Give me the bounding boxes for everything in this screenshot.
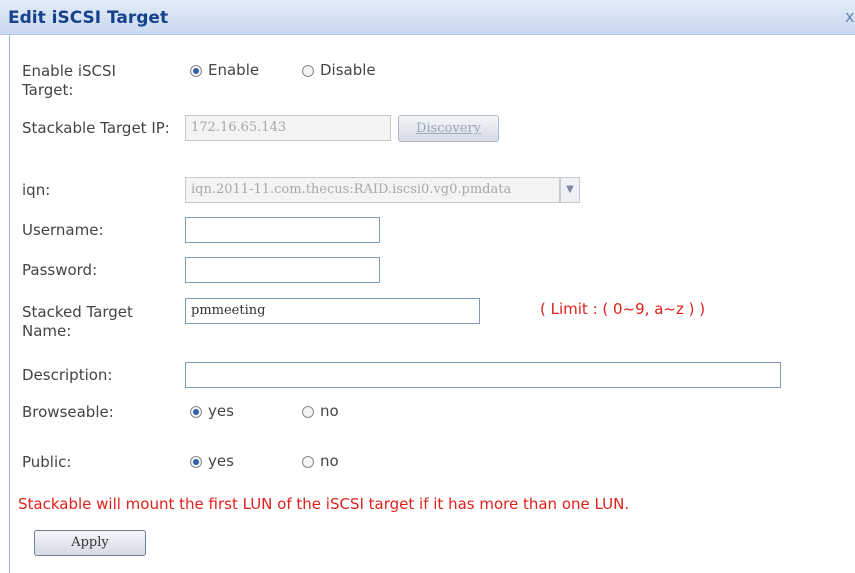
iqn-select[interactable]: iqn.2011-11.com.thecus:RAID.iscsi0.vg0.p… (185, 177, 560, 203)
name-limit-hint: ( Limit : ( 0~9, a~z ) ) (540, 300, 706, 318)
stackable-ip-input[interactable]: 172.16.65.143 (185, 115, 391, 141)
password-label: Password: (22, 261, 98, 279)
public-label: Public: (22, 453, 72, 471)
username-input[interactable] (185, 217, 380, 243)
stacked-name-label: Stacked Target Name: (22, 303, 133, 340)
stacked-name-input[interactable]: pmmeeting (185, 298, 480, 324)
browseable-yes-label: yes (208, 402, 234, 420)
public-yes-radio[interactable] (190, 456, 202, 468)
browseable-no-label: no (320, 402, 339, 420)
dialog-title: Edit iSCSI Target (8, 8, 169, 28)
enable-radio-label: Enable (208, 61, 260, 79)
chevron-down-icon[interactable]: ▼ (560, 177, 580, 203)
close-icon[interactable]: x (845, 7, 854, 26)
stackable-notice: Stackable will mount the first LUN of th… (18, 495, 630, 513)
apply-button[interactable]: Apply (34, 530, 146, 556)
public-yes-label: yes (208, 452, 234, 470)
disable-radio[interactable] (302, 65, 314, 77)
browseable-label: Browseable: (22, 403, 114, 421)
public-no-label: no (320, 452, 339, 470)
browseable-no-radio[interactable] (302, 406, 314, 418)
dialog-titlebar: Edit iSCSI Target x (0, 0, 855, 35)
description-label: Description: (22, 366, 113, 384)
stackable-ip-label: Stackable Target IP: (22, 119, 170, 137)
public-no-radio[interactable] (302, 456, 314, 468)
enable-target-label: Enable iSCSI Target: (22, 62, 116, 99)
description-input[interactable] (185, 362, 781, 388)
discovery-button[interactable]: Discovery (398, 115, 499, 142)
iqn-label: iqn: (22, 181, 51, 199)
browseable-yes-radio[interactable] (190, 406, 202, 418)
enable-radio[interactable] (190, 65, 202, 77)
username-label: Username: (22, 221, 104, 239)
disable-radio-label: Disable (320, 61, 376, 79)
password-input[interactable] (185, 257, 380, 283)
